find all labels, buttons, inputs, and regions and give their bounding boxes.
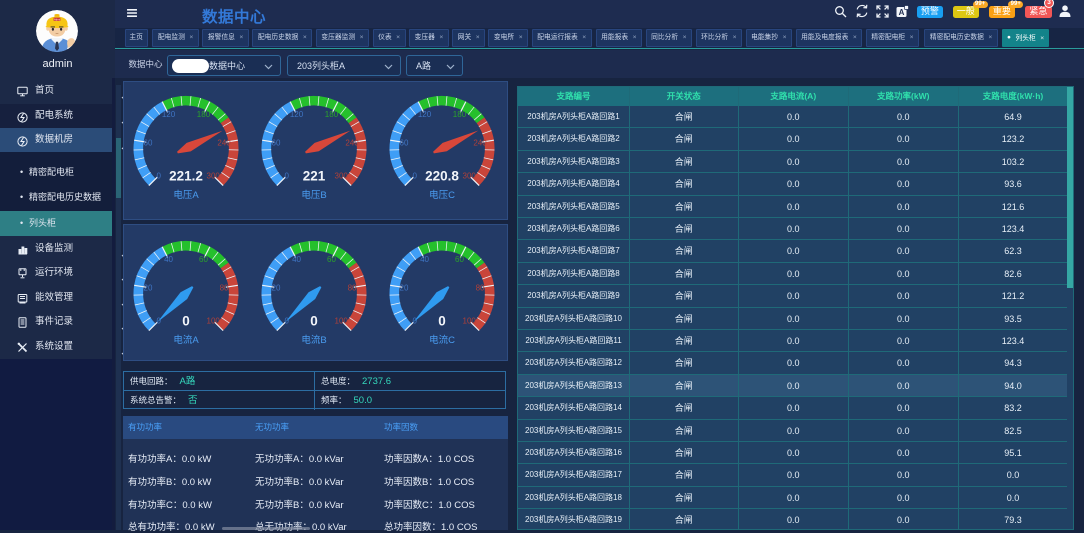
- svg-text:0: 0: [438, 313, 446, 328]
- svg-text:80: 80: [220, 283, 229, 292]
- svg-text:300: 300: [463, 172, 477, 181]
- svg-text:电压A: 电压A: [173, 189, 199, 201]
- svg-text:60: 60: [272, 138, 281, 147]
- svg-text:电流A: 电流A: [173, 334, 199, 346]
- svg-text:0: 0: [285, 172, 290, 181]
- svg-text:300: 300: [335, 172, 349, 181]
- svg-text:80: 80: [476, 283, 485, 292]
- svg-text:180: 180: [453, 110, 467, 119]
- svg-text:40: 40: [164, 255, 173, 264]
- svg-text:120: 120: [418, 110, 432, 119]
- svg-text:180: 180: [325, 110, 339, 119]
- svg-text:20: 20: [400, 283, 409, 292]
- svg-text:240: 240: [473, 138, 487, 147]
- svg-text:100: 100: [207, 316, 221, 325]
- svg-text:电压B: 电压B: [301, 189, 326, 201]
- svg-text:60: 60: [327, 255, 336, 264]
- svg-text:300: 300: [207, 172, 221, 181]
- svg-text:20: 20: [144, 283, 153, 292]
- svg-text:电压C: 电压C: [429, 189, 455, 201]
- svg-text:221: 221: [303, 168, 326, 183]
- svg-text:电流C: 电流C: [429, 334, 455, 346]
- svg-text:60: 60: [199, 255, 208, 264]
- svg-text:221.2: 221.2: [169, 168, 203, 183]
- svg-text:电流B: 电流B: [301, 334, 326, 346]
- svg-text:100: 100: [335, 316, 349, 325]
- svg-text:40: 40: [292, 255, 301, 264]
- svg-text:220.8: 220.8: [425, 168, 459, 183]
- svg-text:180: 180: [197, 110, 211, 119]
- svg-text:0: 0: [413, 172, 418, 181]
- svg-text:240: 240: [217, 138, 231, 147]
- svg-text:60: 60: [400, 138, 409, 147]
- svg-text:Admi: Admi: [54, 17, 60, 21]
- svg-text:60: 60: [144, 138, 153, 147]
- svg-text:A: A: [899, 8, 905, 17]
- svg-text:0: 0: [157, 172, 162, 181]
- svg-text:80: 80: [348, 283, 357, 292]
- svg-text:40: 40: [420, 255, 429, 264]
- svg-text:20: 20: [272, 283, 281, 292]
- svg-text:100: 100: [463, 316, 477, 325]
- svg-text:120: 120: [162, 110, 176, 119]
- svg-text:60: 60: [455, 255, 464, 264]
- svg-text:0: 0: [310, 313, 318, 328]
- svg-text:0: 0: [182, 313, 190, 328]
- svg-text:240: 240: [345, 138, 359, 147]
- svg-text:120: 120: [290, 110, 304, 119]
